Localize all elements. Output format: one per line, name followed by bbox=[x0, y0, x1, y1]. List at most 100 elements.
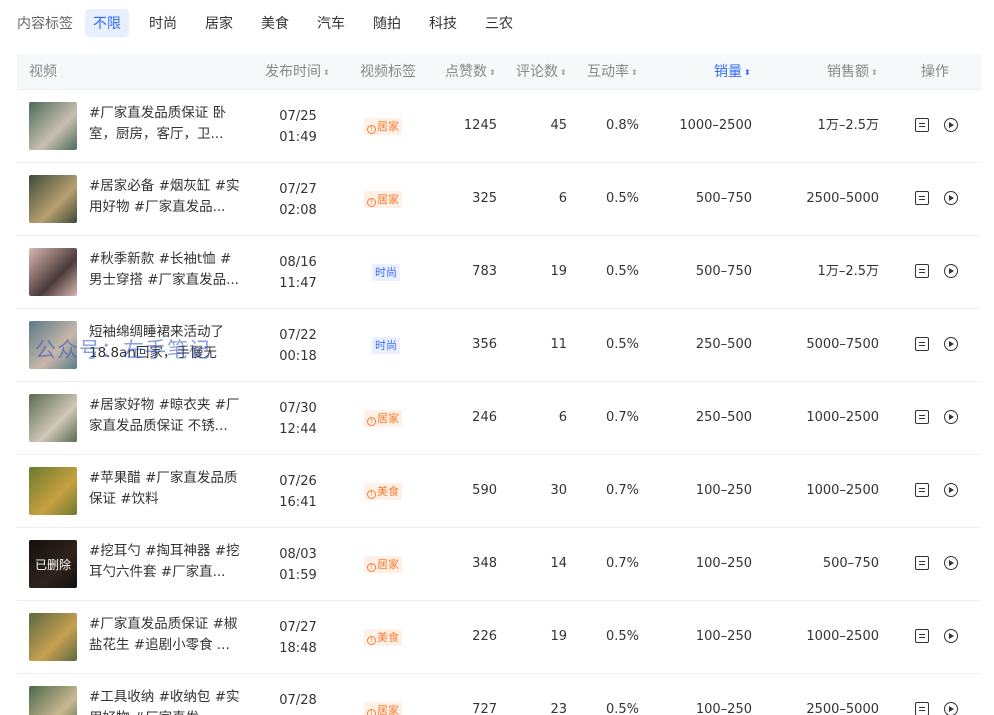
filter-chip[interactable]: 科技 bbox=[421, 9, 465, 37]
table-row[interactable]: #苹果醋 #厂家直发品质保证 #饮料 07/26 16:41 ! 美食 590 3… bbox=[17, 455, 981, 528]
header-video: 视频 bbox=[29, 64, 57, 80]
interaction-rate: 0.5% bbox=[605, 702, 639, 715]
sort-icon: ⬍ bbox=[744, 68, 751, 77]
video-title[interactable]: #工具收纳 #收纳包 #实用好物 #厂家直发... bbox=[89, 687, 241, 715]
filter-chip[interactable]: 不限 bbox=[85, 9, 129, 37]
video-title[interactable]: #居家必备 #烟灰缸 #实用好物 #厂家直发品... bbox=[89, 176, 241, 218]
likes-count: 783 bbox=[472, 264, 497, 279]
detail-icon[interactable] bbox=[915, 410, 929, 424]
play-icon[interactable] bbox=[944, 118, 958, 132]
header-sales[interactable]: 销量 ⬍ bbox=[714, 54, 751, 90]
detail-icon[interactable] bbox=[915, 118, 929, 132]
play-icon[interactable] bbox=[944, 264, 958, 278]
video-title[interactable]: #挖耳勺 #掏耳神器 #挖耳勺六件套 #厂家直... bbox=[89, 541, 241, 583]
publish-time: 07/27 02:08 bbox=[267, 179, 329, 221]
header-likes-label: 点赞数 bbox=[445, 64, 487, 80]
table-row[interactable]: #居家好物 #晾衣夹 #厂家直发品质保证 不锈... 07/30 12:44 !… bbox=[17, 382, 981, 455]
sales-amount-range: 1万–2.5万 bbox=[817, 118, 879, 133]
detail-icon[interactable] bbox=[915, 264, 929, 278]
header-interaction-rate[interactable]: 互动率 ⬍ bbox=[587, 54, 638, 90]
header-likes[interactable]: 点赞数 ⬍ bbox=[445, 54, 496, 90]
publish-time: 08/16 11:47 bbox=[267, 252, 329, 294]
interaction-rate: 0.7% bbox=[605, 483, 639, 498]
detail-icon[interactable] bbox=[915, 629, 929, 643]
publish-date: 08/03 bbox=[279, 547, 317, 562]
interaction-rate: 0.5% bbox=[605, 264, 639, 279]
play-icon[interactable] bbox=[944, 702, 958, 715]
filter-chip-group: 不限 时尚 居家 美食 汽车 随拍 科技 三农 bbox=[85, 9, 533, 37]
table-row[interactable]: #秋季新款 #长袖t恤 #男士穿搭 #厂家直发品... 08/16 11:47 … bbox=[17, 236, 981, 309]
video-tag-label: 居家 bbox=[377, 120, 399, 133]
publish-date: 07/26 bbox=[279, 474, 317, 489]
header-comments-label: 评论数 bbox=[516, 64, 558, 80]
play-icon[interactable] bbox=[944, 337, 958, 351]
table-row[interactable]: #居家必备 #烟灰缸 #实用好物 #厂家直发品... 07/27 02:08 !… bbox=[17, 163, 981, 236]
video-title[interactable]: #厂家直发品质保证 卧室，厨房，客厅，卫... bbox=[89, 103, 241, 145]
video-thumbnail[interactable] bbox=[29, 467, 77, 515]
publish-date: 07/27 bbox=[279, 182, 317, 197]
video-tag-label: 美食 bbox=[377, 631, 399, 644]
header-actions: 操作 bbox=[921, 64, 949, 80]
publish-time: 07/25 01:49 bbox=[267, 106, 329, 148]
header-sales-amount[interactable]: 销售额 ⬍ bbox=[827, 54, 878, 90]
video-title[interactable]: #秋季新款 #长袖t恤 #男士穿搭 #厂家直发品... bbox=[89, 249, 241, 291]
sales-range: 250–500 bbox=[695, 337, 752, 352]
video-thumbnail[interactable]: 已删除 bbox=[29, 540, 77, 588]
video-title[interactable]: #居家好物 #晾衣夹 #厂家直发品质保证 不锈... bbox=[89, 395, 241, 437]
filter-chip[interactable]: 汽车 bbox=[309, 9, 353, 37]
comments-count: 19 bbox=[550, 264, 567, 279]
video-thumbnail[interactable] bbox=[29, 686, 77, 715]
header-video-tag: 视频标签 bbox=[360, 64, 416, 80]
video-thumbnail[interactable] bbox=[29, 613, 77, 661]
table-row[interactable]: 短袖绵绸睡裙来活动了 18.8an回家，手慢无#... 07/22 00:18 … bbox=[17, 309, 981, 382]
sort-icon: ⬍ bbox=[871, 68, 878, 77]
interaction-rate: 0.5% bbox=[605, 191, 639, 206]
table-header: 视频 发布时间 ⬍ 视频标签 点赞数 ⬍ 评论数 ⬍ 互动率 ⬍ 销量 ⬍ 销售额 ⬍ 操作 bbox=[17, 54, 981, 90]
video-tag-badge: 时尚 bbox=[372, 264, 400, 281]
play-icon[interactable] bbox=[944, 410, 958, 424]
publish-time: 07/22 00:18 bbox=[267, 325, 329, 367]
video-thumbnail[interactable] bbox=[29, 248, 77, 296]
table-row[interactable]: #厂家直发品质保证 #椒盐花生 #追剧小零食 ... 07/27 18:48 !… bbox=[17, 601, 981, 674]
filter-chip[interactable]: 随拍 bbox=[365, 9, 409, 37]
video-title[interactable]: #厂家直发品质保证 #椒盐花生 #追剧小零食 ... bbox=[89, 614, 241, 656]
table-row[interactable]: #工具收纳 #收纳包 #实用好物 #厂家直发... 07/28 !居家 727 … bbox=[17, 674, 981, 715]
play-icon[interactable] bbox=[944, 191, 958, 205]
play-icon[interactable] bbox=[944, 556, 958, 570]
video-tag-label: 美食 bbox=[377, 485, 399, 498]
filter-chip[interactable]: 美食 bbox=[253, 9, 297, 37]
video-tag-label: 时尚 bbox=[375, 339, 397, 352]
comments-count: 11 bbox=[550, 337, 567, 352]
filter-chip[interactable]: 时尚 bbox=[141, 9, 185, 37]
detail-icon[interactable] bbox=[915, 556, 929, 570]
detail-icon[interactable] bbox=[915, 337, 929, 351]
filter-chip[interactable]: 居家 bbox=[197, 9, 241, 37]
video-tag-label: 居家 bbox=[377, 704, 399, 715]
video-title[interactable]: #苹果醋 #厂家直发品质保证 #饮料 bbox=[89, 468, 241, 510]
sales-amount-range: 1000–2500 bbox=[806, 629, 879, 644]
comments-count: 45 bbox=[550, 118, 567, 133]
publish-time: 08/03 01:59 bbox=[267, 544, 329, 586]
video-thumbnail[interactable] bbox=[29, 102, 77, 150]
video-thumbnail[interactable] bbox=[29, 321, 77, 369]
publish-clock: 02:08 bbox=[279, 203, 317, 218]
video-thumbnail[interactable] bbox=[29, 394, 77, 442]
sales-amount-range: 2500–5000 bbox=[806, 191, 879, 206]
table-row[interactable]: 已删除 #挖耳勺 #掏耳神器 #挖耳勺六件套 #厂家直... 08/03 01:… bbox=[17, 528, 981, 601]
video-title[interactable]: 短袖绵绸睡裙来活动了 18.8an回家，手慢无#... bbox=[89, 322, 241, 364]
play-icon[interactable] bbox=[944, 629, 958, 643]
video-thumbnail[interactable] bbox=[29, 175, 77, 223]
detail-icon[interactable] bbox=[915, 191, 929, 205]
header-publish-time[interactable]: 发布时间 ⬍ bbox=[265, 54, 330, 90]
table-row[interactable]: #厂家直发品质保证 卧室，厨房，客厅，卫... 07/25 01:49 ! 居家 … bbox=[17, 90, 981, 163]
header-comments[interactable]: 评论数 ⬍ bbox=[516, 54, 567, 90]
detail-icon[interactable] bbox=[915, 483, 929, 497]
play-icon[interactable] bbox=[944, 483, 958, 497]
publish-clock: 01:59 bbox=[279, 568, 317, 583]
detail-icon[interactable] bbox=[915, 702, 929, 715]
likes-count: 1245 bbox=[463, 118, 497, 133]
publish-time: 07/26 16:41 bbox=[267, 471, 329, 513]
likes-count: 356 bbox=[472, 337, 497, 352]
filter-chip[interactable]: 三农 bbox=[477, 9, 521, 37]
video-tag-badge: ! 美食 bbox=[364, 483, 402, 500]
